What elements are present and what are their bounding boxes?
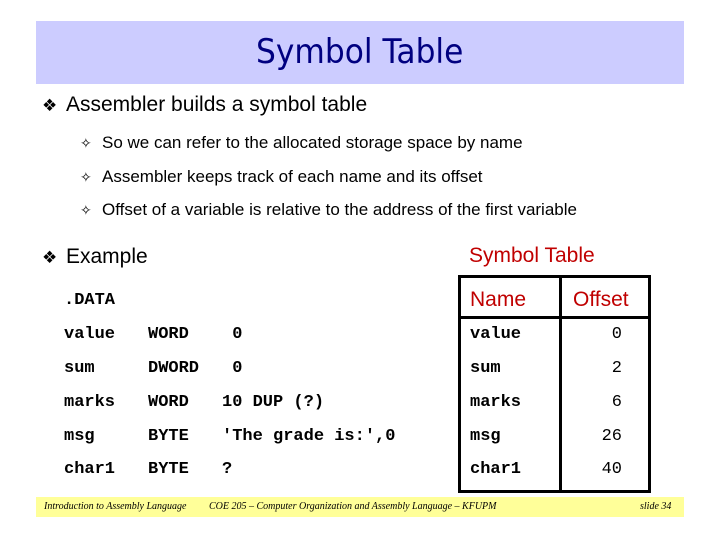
four-point-star-bullet-icon: ✧ xyxy=(80,136,92,152)
code-var-name: marks xyxy=(64,393,116,412)
code-var-type: BYTE xyxy=(148,427,189,446)
bullet-text: Example xyxy=(66,245,148,268)
code-var-init: 'The grade is:',0 xyxy=(222,427,396,446)
code-directive: .DATA xyxy=(64,291,116,310)
code-var-name: value xyxy=(64,325,116,344)
column-header-offset: Offset xyxy=(573,288,629,311)
sub-bullet-text: Assembler keeps track of each name and i… xyxy=(102,167,483,186)
code-var-type: WORD xyxy=(148,393,189,412)
bullet-example: ❖ Example xyxy=(42,245,148,270)
slide-title: Symbol Table xyxy=(256,31,464,72)
sub-bullet-text: So we can refer to the allocated storage… xyxy=(102,133,523,152)
code-var-type: DWORD xyxy=(148,359,200,378)
bullet-text: Assembler builds a symbol table xyxy=(66,93,368,116)
code-var-init: ? xyxy=(222,460,233,479)
symbol-offset: 0 xyxy=(611,325,622,344)
bullet-assembler-builds: ❖ Assembler builds a symbol table xyxy=(42,93,367,118)
code-var-name: char1 xyxy=(64,460,116,479)
symbol-offset: 26 xyxy=(601,427,622,446)
footer-course-topic: Introduction to Assembly Language xyxy=(44,501,187,512)
four-diamond-bullet-icon: ❖ xyxy=(42,248,58,268)
code-var-name: msg xyxy=(64,427,95,446)
slide-footer: Introduction to Assembly Language COE 20… xyxy=(36,497,684,517)
symbol-name: marks xyxy=(470,393,522,412)
code-var-init: 0 xyxy=(222,359,243,378)
code-var-init: 0 xyxy=(222,325,243,344)
symbol-offset: 6 xyxy=(611,393,622,412)
code-var-type: WORD xyxy=(148,325,189,344)
four-point-star-bullet-icon: ✧ xyxy=(80,203,92,219)
symbol-offset: 40 xyxy=(601,460,622,479)
symbol-name: value xyxy=(470,325,522,344)
footer-slide-number: slide 34 xyxy=(640,501,672,512)
code-var-type: BYTE xyxy=(148,460,189,479)
column-divider xyxy=(559,278,562,490)
four-diamond-bullet-icon: ❖ xyxy=(42,96,58,116)
symbol-name: char1 xyxy=(470,460,522,479)
symbol-name: sum xyxy=(470,359,501,378)
footer-course-name: COE 205 – Computer Organization and Asse… xyxy=(209,501,497,512)
sub-bullet-refer-by-name: ✧ So we can refer to the allocated storag… xyxy=(80,133,523,154)
code-var-init: 10 DUP (?) xyxy=(222,393,325,412)
four-point-star-bullet-icon: ✧ xyxy=(80,170,92,186)
title-bar: Symbol Table xyxy=(36,21,684,84)
header-divider xyxy=(461,316,648,319)
symbol-name: msg xyxy=(470,427,501,446)
sub-bullet-text: Offset of a variable is relative to the … xyxy=(102,200,577,219)
symbol-offset: 2 xyxy=(611,359,622,378)
code-var-name: sum xyxy=(64,359,95,378)
symbol-table-caption: Symbol Table xyxy=(469,244,595,267)
symbol-table: Name Offset value 0 sum 2 marks 6 msg 26… xyxy=(458,275,651,493)
sub-bullet-relative-offset: ✧ Offset of a variable is relative to the… xyxy=(80,200,577,221)
sub-bullet-tracks-offset: ✧ Assembler keeps track of each name and … xyxy=(80,167,483,188)
column-header-name: Name xyxy=(470,288,527,311)
